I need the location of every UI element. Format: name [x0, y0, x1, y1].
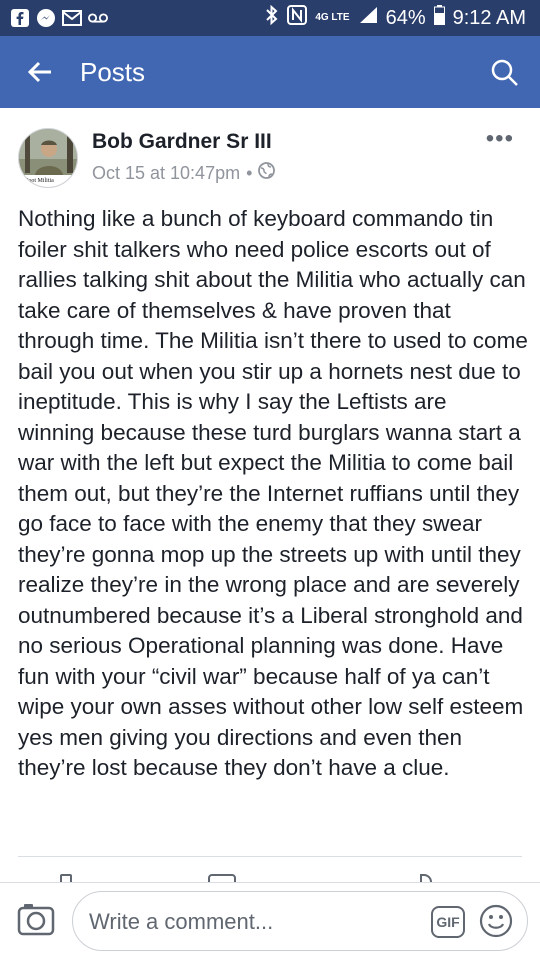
post-text: Nothing like a bunch of keyboard command… — [18, 206, 528, 780]
status-bar: 4G LTE 64% 9:12 AM — [0, 0, 540, 36]
back-arrow-icon — [27, 61, 51, 83]
comment-placeholder: Write a comment... — [89, 909, 274, 934]
post-header: Foot Militia Bob Gardner Sr III Oct 15 a… — [0, 108, 540, 198]
avatar-caption-text: Foot Militia — [25, 178, 54, 184]
signal-icon — [358, 6, 378, 30]
camera-button[interactable] — [16, 899, 56, 939]
search-icon — [491, 59, 518, 86]
emoji-button[interactable] — [479, 904, 513, 938]
clock: 9:12 AM — [452, 6, 526, 29]
bluetooth-icon — [265, 4, 279, 31]
battery-percent: 64% — [385, 6, 426, 29]
notification-icons — [0, 8, 108, 28]
post-meta: Oct 15 at 10:47pm • — [92, 162, 276, 184]
system-status: 4G LTE 64% 9:12 AM — [265, 0, 526, 36]
back-button[interactable] — [10, 36, 70, 108]
app-bar: Posts — [0, 36, 540, 108]
gmail-icon — [62, 8, 82, 28]
post-timestamp[interactable]: Oct 15 at 10:47pm — [92, 163, 240, 184]
smiley-icon — [479, 904, 513, 938]
comment-bar: Write a comment... GIF — [0, 882, 540, 960]
voicemail-icon — [88, 8, 108, 28]
page-title: Posts — [80, 56, 146, 87]
gif-button[interactable]: GIF — [431, 906, 465, 938]
battery-icon — [433, 5, 445, 31]
comment-input[interactable]: Write a comment... GIF — [72, 891, 528, 951]
facebook-icon — [10, 8, 30, 28]
avatar[interactable]: Foot Militia — [18, 128, 78, 188]
lte-indicator: 4G LTE — [315, 12, 350, 23]
camera-icon — [17, 904, 55, 936]
meta-separator: • — [246, 162, 253, 183]
divider — [18, 856, 522, 857]
author-name[interactable]: Bob Gardner Sr III — [92, 130, 272, 154]
globe-icon — [258, 162, 276, 184]
messenger-icon — [36, 8, 56, 28]
nfc-icon — [287, 5, 308, 31]
more-options-button[interactable]: ••• — [486, 127, 514, 151]
search-button[interactable] — [490, 58, 520, 88]
